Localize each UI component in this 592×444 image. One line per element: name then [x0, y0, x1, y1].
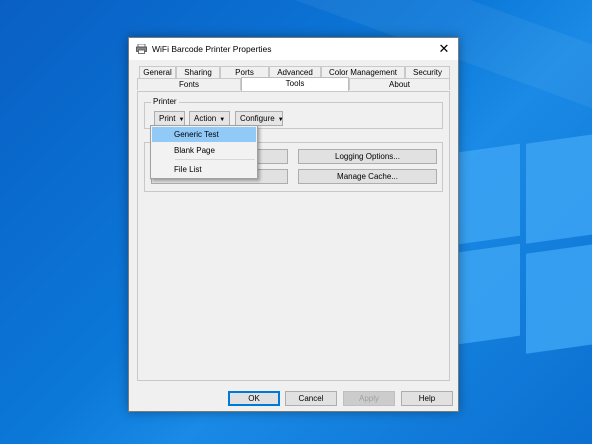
printer-group-label: Printer [151, 97, 179, 106]
action-dropdown-button[interactable]: Action ▼ [189, 111, 230, 126]
manage-cache-button[interactable]: Manage Cache... [298, 169, 437, 184]
menu-separator [175, 159, 255, 160]
dialog-title: WiFi Barcode Printer Properties [152, 44, 272, 54]
print-dropdown-menu: Generic Test Blank Page File List [150, 125, 258, 179]
apply-button[interactable]: Apply [343, 391, 395, 406]
configure-dropdown-button[interactable]: Configure ▼ [235, 111, 284, 126]
close-button[interactable]: ✕ [436, 41, 452, 57]
chevron-down-icon: ▼ [277, 117, 284, 123]
print-label: Print [159, 114, 176, 123]
print-dropdown-button[interactable]: Print ▼ [154, 111, 185, 126]
tab-about[interactable]: About [349, 78, 450, 90]
title-bar[interactable]: WiFi Barcode Printer Properties ✕ [129, 38, 458, 60]
menu-item-blank-page[interactable]: Blank Page [152, 143, 256, 158]
ok-button[interactable]: OK [228, 391, 280, 406]
tab-security[interactable]: Security [405, 66, 450, 78]
action-label: Action [194, 114, 217, 123]
printer-icon [136, 44, 147, 54]
tab-fonts[interactable]: Fonts [137, 78, 241, 90]
windows-logo-icon [458, 132, 592, 378]
tab-general[interactable]: General [139, 66, 176, 78]
chevron-down-icon: ▼ [219, 117, 226, 123]
help-button[interactable]: Help [401, 391, 453, 406]
tab-tools[interactable]: Tools [241, 77, 349, 91]
chevron-down-icon: ▼ [178, 117, 185, 123]
logging-options-button[interactable]: Logging Options... [298, 149, 437, 164]
tab-sharing[interactable]: Sharing [176, 66, 220, 78]
menu-item-generic-test[interactable]: Generic Test [152, 127, 256, 142]
printer-properties-dialog: WiFi Barcode Printer Properties ✕ Genera… [128, 37, 459, 412]
cancel-button[interactable]: Cancel [285, 391, 337, 406]
configure-label: Configure [240, 114, 275, 123]
menu-item-file-list[interactable]: File List [152, 162, 256, 177]
